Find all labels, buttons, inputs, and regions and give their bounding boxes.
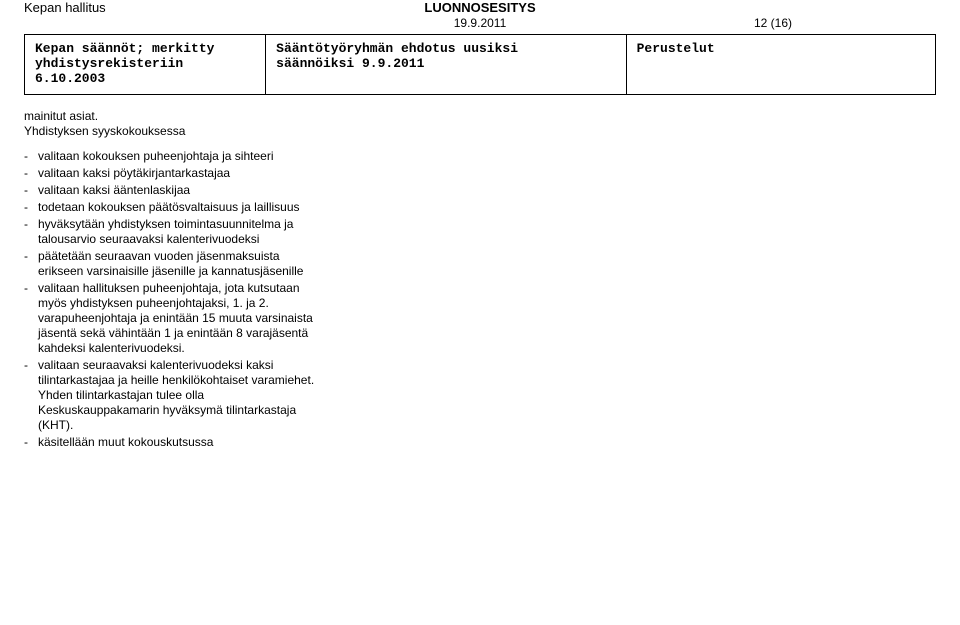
- draft-title: LUONNOSESITYS: [424, 0, 535, 15]
- author-text: Kepan hallitus: [24, 0, 106, 15]
- list-item: hyväksytään yhdistyksen toimintasuunnite…: [24, 217, 324, 247]
- list-item: todetaan kokouksen päätösvaltaisuus ja l…: [24, 200, 324, 215]
- header-table-wrap: Kepan säännöt; merkitty yhdistysrekister…: [24, 34, 936, 95]
- table-col2: Sääntötyöryhmän ehdotus uusiksi säännöik…: [266, 35, 626, 95]
- body-intro: mainitut asiat. Yhdistyksen syyskokoukse…: [24, 109, 324, 139]
- col2-line2: säännöiksi 9.9.2011: [276, 56, 615, 71]
- page-number: 12 (16): [754, 16, 792, 30]
- col1-line1: Kepan säännöt; merkitty: [35, 41, 255, 56]
- list-item: valitaan kaksi ääntenlaskijaa: [24, 183, 324, 198]
- intro-line1: mainitut asiat.: [24, 109, 98, 123]
- col2-line1: Sääntötyöryhmän ehdotus uusiksi: [276, 41, 615, 56]
- header-table: Kepan säännöt; merkitty yhdistysrekister…: [24, 34, 936, 95]
- list-item: päätetään seuraavan vuoden jäsenmaksuist…: [24, 249, 324, 279]
- col3-line1: Perustelut: [637, 41, 925, 56]
- list-item: käsitellään muut kokouskutsussa: [24, 435, 324, 450]
- col1-line3: 6.10.2003: [35, 71, 255, 86]
- body-list: valitaan kokouksen puheenjohtaja ja siht…: [24, 149, 324, 450]
- list-item: valitaan hallituksen puheenjohtaja, jota…: [24, 281, 324, 356]
- list-item: valitaan kokouksen puheenjohtaja ja siht…: [24, 149, 324, 164]
- body-block: mainitut asiat. Yhdistyksen syyskokoukse…: [24, 109, 324, 450]
- table-col3: Perustelut: [626, 35, 935, 95]
- intro-line2: Yhdistyksen syyskokouksessa: [24, 124, 185, 138]
- header-date: 19.9.2011: [454, 16, 507, 30]
- list-item: valitaan seuraavaksi kalenterivuodeksi k…: [24, 358, 324, 433]
- list-item: valitaan kaksi pöytäkirjantarkastajaa: [24, 166, 324, 181]
- table-col1: Kepan säännöt; merkitty yhdistysrekister…: [25, 35, 266, 95]
- page-header: Kepan hallitus LUONNOSESITYS 19.9.2011 1…: [0, 0, 960, 34]
- col1-line2: yhdistysrekisteriin: [35, 56, 255, 71]
